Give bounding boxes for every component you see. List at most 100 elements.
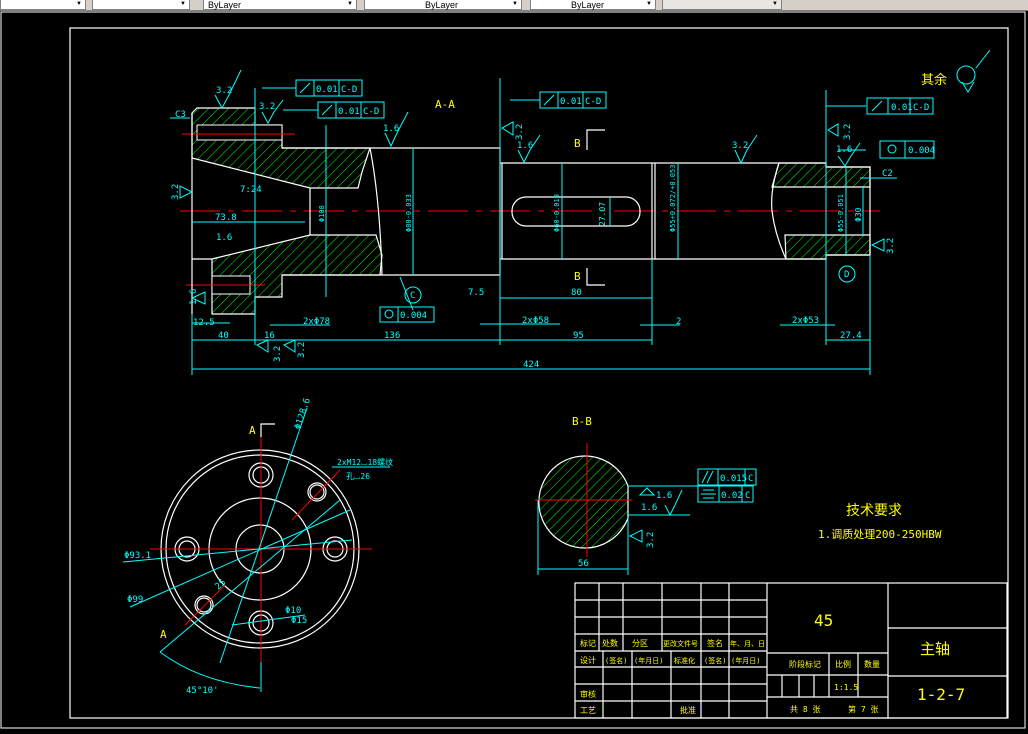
drawing-entity [538,455,629,549]
annotation-text: Φ15 [291,616,307,626]
text-style-control[interactable]: ▼ [92,0,190,10]
drawing-entity [870,238,885,252]
chevron-down-icon: ▼ [512,1,518,7]
drawing-canvas[interactable]: A-A B B 其余 C3 3.2 3.2 1.6 1.6 3.2 1.6 7:… [0,11,1028,730]
annotation-text: 1.6 [189,289,199,305]
drawing-entity [638,487,656,496]
hatch-lower-right [784,234,871,260]
gdt-frame: 0.01 C-D [539,91,607,109]
annotation-text: 标记 [580,638,596,648]
annotation-text: 0.01 [338,107,360,117]
annotation-text: 45°10' [186,686,219,696]
annotation-text: 1.6 [216,233,232,243]
annotation-text: 3.2 [171,184,181,200]
layer-control[interactable]: ▼ [0,0,86,10]
chevron-down-icon: ▼ [772,1,778,7]
plotstyle-control[interactable]: ▼ [662,0,782,10]
section-aa-title: A-A [435,98,455,111]
bolt-hole-upper [196,124,283,141]
annotation-text: 80 [571,288,582,298]
linetype-value: ByLayer [425,0,459,10]
annotation-text: 孔⌴26 [346,472,370,481]
drawing-entity [159,499,341,653]
annotation-text: Φ108 [318,205,326,222]
annotation-text: C-D [363,107,379,117]
annotation-text: 0.01 [316,85,338,95]
runout-icon [871,100,883,112]
annotation-text: 0.01 [560,97,582,107]
datum-c-label: C [410,291,415,301]
gdt-frame: 0.004 [879,140,935,159]
annotation-text: 数量 [864,659,880,669]
runout-icon [321,104,333,116]
drawing-entity [291,469,341,521]
cut-plane-marker-a [260,423,275,437]
annotation-text: 3.2 [273,346,283,362]
annotation-text: 2xΦ78 [303,317,330,327]
cylindricity-icon [384,309,394,319]
part-name: 主轴 [920,640,950,658]
annotation-text: 工艺 [580,706,596,715]
runout-icon [299,82,311,94]
annotation-text: 73.8 [215,213,237,223]
annotation-text: 424 [523,360,539,370]
annotation-text: C-D [913,103,929,113]
cut-label-b-bottom: B [574,270,581,283]
annotation-text: Φ80-0.033 [405,194,413,232]
annotation-text: 7:24 [240,185,262,195]
annotation-text: 16 [264,331,275,341]
annotation-text: 2xΦ58 [522,316,549,326]
annotation-text: 56 [578,559,589,569]
annotation-text: 3.2 [732,141,748,151]
annotation-text: 3.2 [297,342,307,358]
annotation-text: 年、月、日 [730,639,765,648]
annotation-text: 95 [573,331,584,341]
paper-border [0,11,1026,729]
annotation-text: 0.02 [721,491,743,501]
roughness-symbols [179,69,885,353]
drawing-entity [196,597,212,613]
annotation-text: Φ30 [854,207,863,222]
cut-label-a-bottom: A [160,628,167,641]
datum-d-label: D [844,270,849,280]
lineweight-control[interactable]: ByLayer ▼ [530,0,656,10]
gdt-frame: 0.015 C [697,468,757,486]
annotation-text: 第 7 张 [848,704,878,714]
cut-label-a-top: A [249,424,256,437]
parallelism-icon [701,470,714,484]
general-roughness-label: 其余 [921,72,947,88]
drawing-entity [255,339,269,353]
section-bb-title: B-B [572,415,592,428]
gdt-frame: 0.01 C-D [317,101,385,119]
section-bb-view: B-B 56 1.6 1.6 3.2 0.015 C 0.02 C [535,415,757,575]
annotation-text: 2 [676,317,681,327]
annotation-text: 2xΦ53 [792,316,819,326]
annotation-text: 阶段标记 [789,659,821,669]
section-aa-view: A-A B B 其余 C3 3.2 3.2 1.6 1.6 3.2 1.6 7:… [170,49,991,375]
color-control[interactable]: ByLayer ▼ [203,0,357,10]
title-block: 标记 处数 分区 更改文件号 签名 年、月、日 设计 (签名) (年月日) 标准… [574,582,1008,719]
linetype-control[interactable]: ByLayer ▼ [364,0,522,10]
annotation-text: 处数 [602,638,618,648]
annotation-text: 比例 [835,659,851,669]
annotation-text: 3.2 [843,124,853,140]
annotation-text: 3.2 [515,124,525,140]
hatch-upper-right [771,162,871,188]
annotation-text: Φ10 [285,606,301,616]
annotation-text: 批准 [680,705,696,715]
annotation-text: 设计 [580,655,596,665]
annotation-text: 3.2 [886,238,896,254]
annotation-text: C2 [882,169,893,179]
annotation-text: 27.4 [840,331,862,341]
drawing-svg: A-A B B 其余 C3 3.2 3.2 1.6 1.6 3.2 1.6 7:… [0,11,1026,729]
chevron-down-icon: ▼ [76,1,82,7]
annotation-text: 1.6 [836,145,852,155]
annotation-text: 1.6 [517,141,533,151]
annotation-text: 0.01 [891,103,913,113]
annotation-text: 共 8 张 [790,705,820,714]
drawing-entity [179,185,194,199]
annotation-text: 1.6 [656,491,672,501]
gdt-frame: 0.01 C-D [295,79,363,97]
chevron-down-icon: ▼ [347,1,353,7]
properties-toolbar: ▼ ▼ ByLayer ▼ ByLayer ▼ ByLayer ▼ ▼ [0,0,1028,11]
